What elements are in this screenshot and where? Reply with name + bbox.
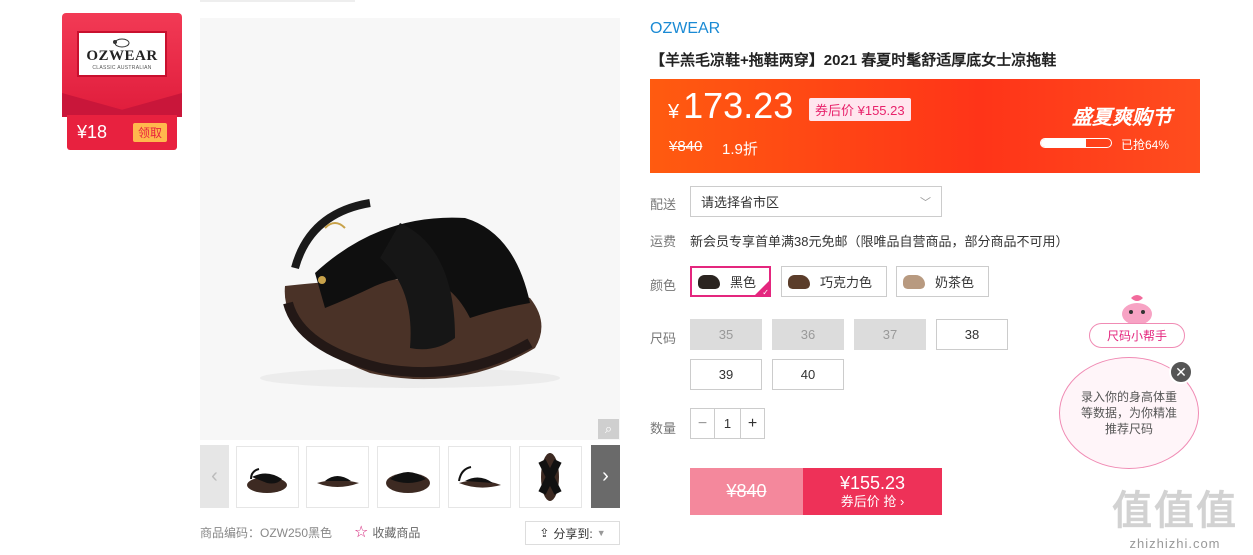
star-icon: ☆ [354,524,369,541]
divider [200,0,355,2]
sold-percent: 已抢64% [1121,138,1170,152]
discount-rate: 1.9折 [722,141,758,158]
sheep-icon [113,38,130,47]
color-swatch [698,274,720,289]
watermark: 值值值 zhizhizhi.com [1100,478,1250,551]
store-coupon[interactable]: OZWEAR CLASSIC AUSTRALIAN ¥18 领取 [62,13,182,150]
sold-progress-fill [1041,139,1086,147]
color-swatch [903,274,925,289]
color-label: 颜色 [650,278,677,293]
main-product-image[interactable] [200,18,620,440]
brand-link[interactable]: OZWEAR [650,20,720,38]
thumbnail-strip: ‹ › [200,445,620,508]
thumbnail-3[interactable] [377,446,440,508]
sold-progress-bar [1040,138,1112,148]
buy-price: ¥155.23 [839,473,906,493]
currency-symbol: ¥ [668,101,680,123]
coupon-header: OZWEAR CLASSIC AUSTRALIAN [62,13,182,113]
size-option-35: 35 [690,319,762,350]
size-helper-tag[interactable]: 尺码小帮手 [1089,323,1185,348]
zoom-icon[interactable]: ⌕ [598,419,619,439]
product-title: 【羊羔毛凉鞋+拖鞋两穿】2021 春夏时髦舒适厚底女士凉拖鞋 [650,52,1057,69]
current-price: ¥ 173.23 [668,85,793,127]
color-option-black[interactable]: 黑色 [690,266,771,297]
color-option-milk-tea[interactable]: 奶茶色 [896,266,989,297]
product-page: OZWEAR CLASSIC AUSTRALIAN ¥18 领取 ⌕ ‹ › 商… [0,0,1253,555]
mascot-icon [1122,295,1152,325]
coupon-brand-sub: CLASSIC AUSTRALIAN [92,64,152,71]
thumbnail-1[interactable] [236,446,299,508]
quantity-input[interactable]: 1 [714,409,741,438]
selected-check-icon [755,281,769,295]
thumbnail-4[interactable] [448,446,511,508]
share-label: 分享到: [553,526,593,541]
share-icon: ⇪ [539,526,550,540]
size-option-36: 36 [772,319,844,350]
shipping-label: 运费 [650,234,677,249]
color-option-label: 黑色 [730,275,757,290]
chevron-down-icon: ﹀ [920,196,931,209]
watermark-logo: 值值值 [1112,489,1238,533]
thumbnail-5[interactable] [519,446,582,508]
buy-label: 券后价 抢 › [840,494,905,509]
size-option-37: 37 [854,319,926,350]
size-option-38[interactable]: 38 [936,319,1008,350]
buy-original-price: ¥840 [690,468,803,515]
delivery-label: 配送 [650,197,677,212]
color-option-label: 奶茶色 [935,275,975,290]
size-option-39[interactable]: 39 [690,359,762,390]
thumb-prev-button[interactable]: ‹ [200,445,229,508]
buy-with-coupon-button[interactable]: ¥155.23 券后价 抢 › [803,468,942,515]
coupon-amount: ¥18 [77,122,108,142]
price-banner: ¥ 173.23 券后价 ¥155.23 ¥840 1.9折 盛夏爽购节 已抢6… [650,79,1200,173]
watermark-url: zhizhizhi.com [1129,536,1221,551]
color-option-label: 巧克力色 [820,275,873,290]
promo-title: 盛夏爽购节 [1072,107,1172,129]
close-icon[interactable]: ✕ [1169,360,1193,384]
color-option-chocolate[interactable]: 巧克力色 [781,266,887,297]
coupon-claim-button[interactable]: 领取 [132,123,167,142]
current-price-value: 173.23 [683,85,794,126]
share-button[interactable]: ⇪ 分享到: ▼ [525,521,620,545]
coupon-footer: ¥18 领取 [67,115,177,150]
coupon-brand: OZWEAR [86,47,158,64]
sandal-image [260,199,560,388]
original-price: ¥840 [669,138,703,155]
size-option-40[interactable]: 40 [772,359,844,390]
quantity-stepper: − 1 + [690,408,765,439]
region-select[interactable]: 请选择省市区 ﹀ [690,186,942,217]
favorite-label: 收藏商品 [372,525,421,540]
thumb-next-button[interactable]: › [591,445,620,508]
region-select-value: 请选择省市区 [701,195,780,210]
shipping-text: 新会员专享首单满38元免邮（限唯品自营商品，部分商品不可用） [690,234,1069,249]
quantity-label: 数量 [650,421,677,436]
quantity-increase-button[interactable]: + [741,409,764,438]
favorite-button[interactable]: ☆ 收藏商品 [354,522,420,542]
quantity-decrease-button[interactable]: − [691,409,714,438]
after-coupon-badge: 券后价 ¥155.23 [809,98,911,121]
caret-down-icon: ▼ [596,528,606,538]
color-swatch [788,274,810,289]
size-label: 尺码 [650,331,677,346]
brand-logo: OZWEAR CLASSIC AUSTRALIAN [77,31,167,77]
thumbnail-2[interactable] [306,446,369,508]
product-code: 商品编码：OZW250黑色 [200,526,333,540]
